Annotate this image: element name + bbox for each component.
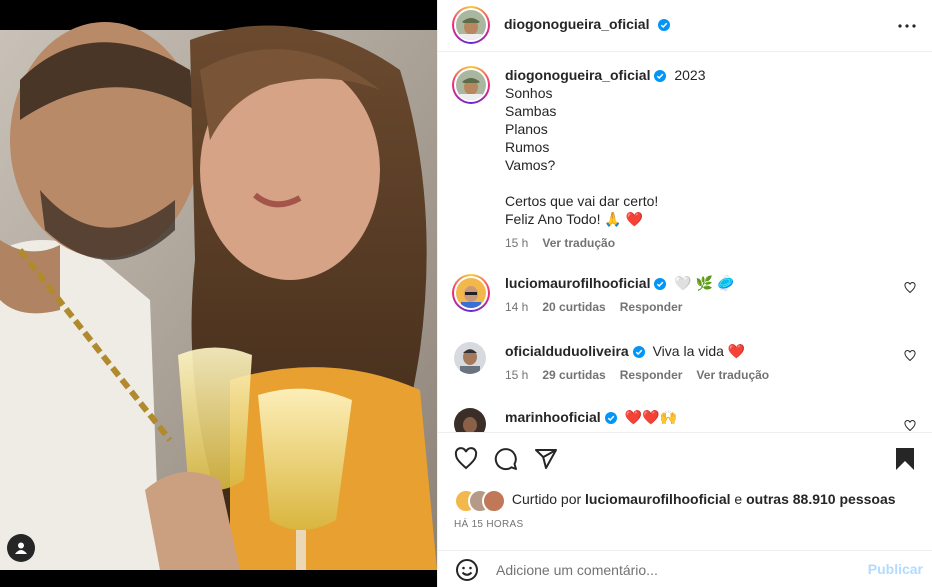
verified-badge-icon xyxy=(632,346,645,358)
comment-username[interactable]: luciomaurofilhooficial xyxy=(505,275,650,291)
comment-input[interactable] xyxy=(494,559,858,581)
comment-avatar[interactable] xyxy=(454,342,486,374)
comment-reply-button[interactable]: Responder xyxy=(620,300,683,314)
comment-text: 🤍 🌿 🥏 xyxy=(674,275,735,291)
caption-translate-link[interactable]: Ver tradução xyxy=(542,236,615,250)
comment-like-heart-icon[interactable] xyxy=(904,350,916,362)
caption-line: Certos que vai dar certo! xyxy=(505,193,659,209)
caption-meta: 15 h Ver tradução xyxy=(505,234,706,252)
verified-badge-icon xyxy=(604,412,617,424)
author-name-row: diogonogueira_oficial xyxy=(504,16,670,34)
comment-item: luciomaurofilhooficial 🤍 🌿 🥏 14 h 20 curt… xyxy=(452,274,924,334)
liked-by-user[interactable]: luciomaurofilhooficial xyxy=(585,491,730,507)
comment-avatar[interactable] xyxy=(452,274,490,312)
publish-button[interactable]: Publicar xyxy=(868,561,923,577)
caption-line xyxy=(505,174,706,192)
comment-body: marinhooficial ❤️❤️🙌 xyxy=(505,408,677,426)
liked-by: Curtido por luciomaurofilhooficial e out… xyxy=(454,489,896,513)
comment-meta: 15 h 29 curtidas Responder Ver tradução xyxy=(505,368,783,382)
caption-line: Vamos? xyxy=(505,157,556,173)
emoji-icon[interactable] xyxy=(454,557,480,583)
comment-time[interactable]: 14 h xyxy=(505,300,528,314)
caption-avatar[interactable] xyxy=(452,66,490,104)
action-bar: Curtido por luciomaurofilhooficial e out… xyxy=(438,432,932,550)
comment-username[interactable]: oficialduduoliveira xyxy=(505,343,629,359)
liker-avatar xyxy=(482,489,506,513)
verified-badge-icon xyxy=(657,19,670,31)
comment-item: marinhooficial ❤️❤️🙌 xyxy=(454,408,924,432)
post-panel: diogonogueira_oficial diogonogueira_ofic… xyxy=(437,0,932,587)
comment-likes[interactable]: 29 curtidas xyxy=(542,368,605,382)
more-horizontal-icon[interactable] xyxy=(895,14,919,38)
post-timestamp[interactable]: HÁ 15 HORAS xyxy=(454,519,523,530)
verified-badge-icon xyxy=(654,278,667,290)
comment-likes[interactable]: 20 curtidas xyxy=(542,300,605,314)
comment-like-heart-icon[interactable] xyxy=(904,420,916,432)
liked-by-avatars xyxy=(454,489,508,513)
caption-line: Rumos xyxy=(505,139,550,155)
post-header: diogonogueira_oficial xyxy=(438,0,932,52)
comment-text: Viva la vida ❤️ xyxy=(652,343,746,359)
bookmark-icon[interactable] xyxy=(891,445,919,473)
comment-body: oficialduduoliveira Viva la vida ❤️ xyxy=(505,342,745,360)
user-tag-icon[interactable] xyxy=(7,534,35,562)
comment-body: luciomaurofilhooficial 🤍 🌿 🥏 xyxy=(505,274,734,292)
send-icon[interactable] xyxy=(532,445,560,473)
comment-time[interactable]: 15 h xyxy=(505,368,528,382)
comment-username[interactable]: marinhooficial xyxy=(505,409,601,425)
heart-icon[interactable] xyxy=(452,445,480,473)
liked-by-middle: e xyxy=(734,491,743,507)
caption: diogonogueira_oficial 2023 Sonhos Sambas… xyxy=(452,66,914,266)
add-comment-bar: Publicar xyxy=(438,550,932,587)
author-username[interactable]: diogonogueira_oficial xyxy=(504,16,649,32)
caption-line: Sonhos xyxy=(505,85,553,101)
comment-reply-button[interactable]: Responder xyxy=(620,368,683,382)
comments-area[interactable]: diogonogueira_oficial 2023 Sonhos Sambas… xyxy=(438,52,932,432)
liked-by-others[interactable]: outras 88.910 pessoas xyxy=(746,491,895,507)
caption-time[interactable]: 15 h xyxy=(505,236,528,250)
comment-meta: 14 h 20 curtidas Responder xyxy=(505,300,696,314)
author-avatar[interactable] xyxy=(452,6,490,44)
caption-line: Planos xyxy=(505,121,548,137)
caption-line: Feliz Ano Todo! 🙏 ❤️ xyxy=(505,211,644,227)
caption-line: 2023 xyxy=(674,67,706,83)
caption-text: diogonogueira_oficial 2023 Sonhos Sambas… xyxy=(505,66,706,252)
comment-text: ❤️❤️🙌 xyxy=(624,409,677,425)
comment-avatar[interactable] xyxy=(454,408,486,432)
post-image xyxy=(0,18,437,587)
caption-line: Sambas xyxy=(505,103,557,119)
comment-item: oficialduduoliveira Viva la vida ❤️ 15 h… xyxy=(454,342,924,402)
verified-badge-icon xyxy=(654,70,667,82)
comment-translate-link[interactable]: Ver tradução xyxy=(696,368,769,382)
caption-username[interactable]: diogonogueira_oficial xyxy=(505,67,650,83)
liked-by-prefix: Curtido por xyxy=(511,491,582,507)
post-photo[interactable] xyxy=(0,0,437,587)
comment-icon[interactable] xyxy=(492,445,520,473)
comment-like-heart-icon[interactable] xyxy=(904,282,916,294)
